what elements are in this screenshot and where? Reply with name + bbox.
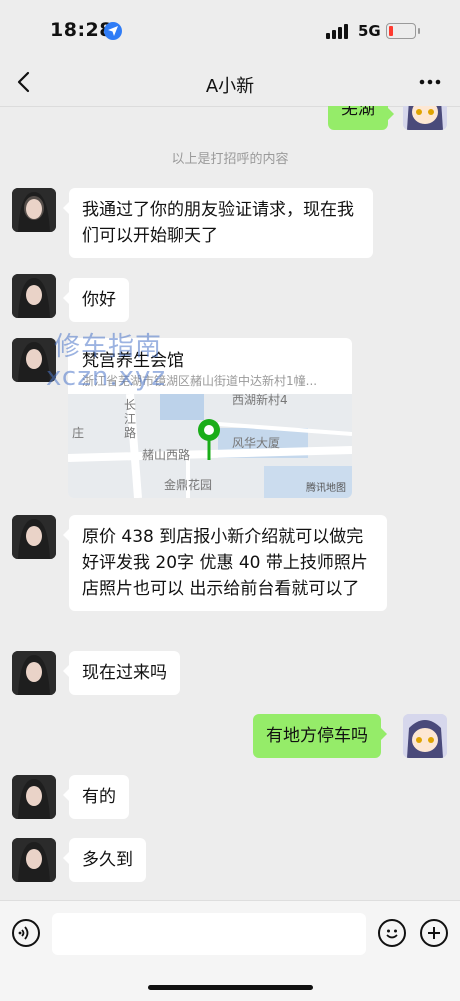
message-input[interactable] xyxy=(52,913,366,955)
map-label: 金鼎花园 xyxy=(164,478,213,492)
system-note: 以上是打招呼的内容 xyxy=(171,152,289,167)
map-label: 赭山西路 xyxy=(142,448,191,462)
location-map[interactable]: 长江路 庄 赭山西路 风华大厦 金鼎花园 西湖新村4 腾讯地图 xyxy=(68,393,352,498)
contact-avatar[interactable] xyxy=(12,651,56,695)
map-label: 长江路 xyxy=(124,398,137,440)
map-label: 庄 xyxy=(72,426,85,440)
map-label: 风华大厦 xyxy=(232,436,281,450)
message-bubble-incoming[interactable]: 多久到 xyxy=(63,838,146,882)
message-bubble-incoming[interactable]: 你好 xyxy=(63,278,129,322)
more-options-icon[interactable] xyxy=(418,72,442,92)
message-bubble-outgoing[interactable]: 有地方停车吗 xyxy=(253,714,387,758)
battery-icon xyxy=(386,23,420,39)
signal-icon xyxy=(326,23,348,39)
voice-input-icon[interactable] xyxy=(12,919,40,947)
my-avatar[interactable] xyxy=(403,106,447,130)
contact-avatar[interactable] xyxy=(12,188,56,232)
watermark: 修车指南 xczn.xyz xyxy=(46,332,167,392)
location-services-icon xyxy=(104,22,122,40)
home-indicator xyxy=(148,985,313,990)
network-type: 5G xyxy=(358,22,381,40)
map-pin-icon xyxy=(196,418,222,466)
my-avatar[interactable] xyxy=(403,714,447,758)
chat-title: A小新 xyxy=(205,76,255,97)
message-bubble-outgoing[interactable]: 芜湖 xyxy=(328,106,394,130)
message-bubble-incoming[interactable]: 原价 438 到店报小新介绍就可以做完好评发我 20字 优惠 40 带上技师照片… xyxy=(63,515,387,611)
message-bubble-incoming[interactable]: 现在过来吗 xyxy=(63,651,180,695)
emoji-icon[interactable] xyxy=(378,919,406,947)
contact-avatar[interactable] xyxy=(12,515,56,559)
message-bubble-incoming[interactable]: 有的 xyxy=(63,775,129,819)
plus-icon[interactable] xyxy=(420,919,448,947)
message-list[interactable]: 芜湖 以上是打招呼的内容 我通过了你的朋友验证请求，现在我们可以开始聊天了 你好… xyxy=(0,106,460,900)
message-bubble-incoming[interactable]: 我通过了你的朋友验证请求，现在我们可以开始聊天了 xyxy=(63,188,373,258)
map-provider-label: 腾讯地图 xyxy=(306,483,346,494)
contact-avatar[interactable] xyxy=(12,838,56,882)
contact-avatar[interactable] xyxy=(12,775,56,819)
status-bar: 18:28 5G xyxy=(0,0,460,60)
chat-header: A小新 xyxy=(0,60,460,107)
contact-avatar[interactable] xyxy=(12,274,56,318)
map-label: 西湖新村4 xyxy=(232,393,288,407)
